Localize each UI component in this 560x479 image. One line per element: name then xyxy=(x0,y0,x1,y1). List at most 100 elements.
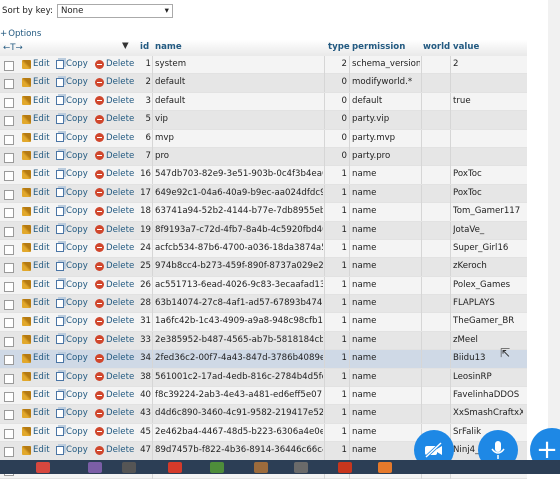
column-header-name[interactable]: name xyxy=(155,42,182,52)
row-checkbox[interactable] xyxy=(4,373,14,384)
table-row[interactable]: Edit Copy Delete 18 63741a94-52b2-4144-b… xyxy=(0,203,527,222)
row-checkbox[interactable] xyxy=(4,447,14,458)
vertical-scrollbar[interactable] xyxy=(548,0,560,474)
table-row[interactable]: Edit Copy Delete 3 default 0 default tru… xyxy=(0,92,527,112)
table-row[interactable]: Edit Copy Delete 26 ac551713-6ead-4026-9… xyxy=(0,276,527,296)
copy-link[interactable]: Copy xyxy=(56,188,88,198)
copy-link[interactable]: Copy xyxy=(56,225,88,235)
taskbar-app-icon[interactable] xyxy=(294,462,308,473)
edit-link[interactable]: Edit xyxy=(22,96,50,106)
row-checkbox[interactable] xyxy=(4,171,14,182)
row-checkbox[interactable] xyxy=(4,244,14,255)
copy-link[interactable]: Copy xyxy=(56,372,88,382)
edit-link[interactable]: Edit xyxy=(22,316,50,326)
edit-link[interactable]: Edit xyxy=(22,372,50,382)
column-header-type[interactable]: type xyxy=(328,42,350,52)
taskbar-app-icon[interactable] xyxy=(378,462,392,473)
table-row[interactable]: Edit Copy Delete 31 1a6fc42b-1c43-4909-a… xyxy=(0,313,527,332)
copy-link[interactable]: Copy xyxy=(56,280,88,290)
row-checkbox[interactable] xyxy=(4,318,14,329)
row-checkbox[interactable] xyxy=(4,226,14,237)
taskbar-app-icon[interactable] xyxy=(338,462,352,473)
copy-link[interactable]: Copy xyxy=(56,335,88,345)
row-checkbox[interactable] xyxy=(4,61,14,71)
table-row[interactable]: Edit Copy Delete 1 system 2 schema_versi… xyxy=(0,56,527,75)
row-checkbox[interactable] xyxy=(4,189,14,200)
sort-caret-icon[interactable]: ▼ xyxy=(122,41,129,51)
row-checkbox[interactable] xyxy=(4,392,14,403)
column-header-value[interactable]: value xyxy=(453,42,479,52)
edit-link[interactable]: Edit xyxy=(22,77,50,87)
copy-link[interactable]: Copy xyxy=(56,261,88,271)
table-row[interactable]: Edit Copy Delete 24 acfcb534-87b6-4700-a… xyxy=(0,239,527,259)
edit-link[interactable]: Edit xyxy=(22,59,50,69)
table-row[interactable]: Edit Copy Delete 17 649e92c1-04a6-40a9-b… xyxy=(0,184,527,204)
row-checkbox[interactable] xyxy=(4,281,14,292)
table-row[interactable]: Edit Copy Delete 43 d4d6c890-3460-4c91-9… xyxy=(0,405,527,424)
edit-link[interactable]: Edit xyxy=(22,408,50,418)
edit-link[interactable]: Edit xyxy=(22,225,50,235)
copy-link[interactable]: Copy xyxy=(56,243,88,253)
sort-by-key-select[interactable]: None ▾ xyxy=(56,4,173,18)
copy-link[interactable]: Copy xyxy=(56,96,88,106)
table-row[interactable]: Edit Copy Delete 2 default 0 modifyworld… xyxy=(0,74,527,93)
taskbar-app-icon[interactable] xyxy=(168,462,182,473)
copy-link[interactable]: Copy xyxy=(56,353,88,363)
edit-link[interactable]: Edit xyxy=(22,427,50,437)
copy-link[interactable]: Copy xyxy=(56,169,88,179)
table-row[interactable]: Edit Copy Delete 34 2fed36c2-00f7-4a43-8… xyxy=(0,350,527,369)
table-row[interactable]: Edit Copy Delete 33 2e385952-b487-4565-a… xyxy=(0,331,527,351)
taskbar-app-icon[interactable] xyxy=(254,462,268,473)
row-checkbox[interactable] xyxy=(4,410,14,421)
edit-link[interactable]: Edit xyxy=(22,298,50,308)
row-checkbox[interactable] xyxy=(4,152,14,163)
taskbar-app-icon[interactable] xyxy=(88,462,102,473)
row-checkbox[interactable] xyxy=(4,428,14,439)
row-checkbox[interactable] xyxy=(4,79,14,90)
row-checkbox[interactable] xyxy=(4,355,14,366)
copy-link[interactable]: Copy xyxy=(56,445,88,455)
column-resize-arrows-icon[interactable]: ←T→ xyxy=(3,43,23,53)
table-row[interactable]: Edit Copy Delete 38 561001c2-17ad-4edb-8… xyxy=(0,368,527,388)
table-row[interactable]: Edit Copy Delete 7 pro 0 party.pro xyxy=(0,147,527,167)
table-row[interactable]: Edit Copy Delete 28 63b14074-27c8-4af1-a… xyxy=(0,295,527,314)
copy-link[interactable]: Copy xyxy=(56,114,88,124)
table-row[interactable]: Edit Copy Delete 19 8f9193a7-c72d-4fb7-8… xyxy=(0,221,527,240)
edit-link[interactable]: Edit xyxy=(22,353,50,363)
edit-link[interactable]: Edit xyxy=(22,280,50,290)
edit-link[interactable]: Edit xyxy=(22,390,50,400)
row-checkbox[interactable] xyxy=(4,134,14,145)
edit-link[interactable]: Edit xyxy=(22,243,50,253)
table-row[interactable]: Edit Copy Delete 16 547db703-82e9-3e51-9… xyxy=(0,166,527,185)
column-header-id[interactable]: id xyxy=(140,42,149,52)
options-link[interactable]: +Options xyxy=(0,29,41,39)
edit-link[interactable]: Edit xyxy=(22,261,50,271)
taskbar-app-icon[interactable] xyxy=(122,462,136,473)
row-checkbox[interactable] xyxy=(4,300,14,311)
row-checkbox[interactable] xyxy=(4,336,14,347)
taskbar-app-icon[interactable] xyxy=(210,462,224,473)
copy-link[interactable]: Copy xyxy=(56,77,88,87)
table-row[interactable]: Edit Copy Delete 25 974b8cc4-b273-459f-8… xyxy=(0,258,527,277)
copy-link[interactable]: Copy xyxy=(56,408,88,418)
table-row[interactable]: Edit Copy Delete 5 vip 0 party.vip xyxy=(0,111,527,130)
edit-link[interactable]: Edit xyxy=(22,335,50,345)
column-header-world[interactable]: world xyxy=(423,42,450,52)
edit-link[interactable]: Edit xyxy=(22,188,50,198)
copy-link[interactable]: Copy xyxy=(56,59,88,69)
copy-link[interactable]: Copy xyxy=(56,206,88,216)
row-checkbox[interactable] xyxy=(4,116,14,127)
row-checkbox[interactable] xyxy=(4,97,14,108)
copy-link[interactable]: Copy xyxy=(56,133,88,143)
taskbar-app-icon[interactable] xyxy=(36,462,50,473)
copy-link[interactable]: Copy xyxy=(56,151,88,161)
copy-link[interactable]: Copy xyxy=(56,427,88,437)
row-checkbox[interactable] xyxy=(4,263,14,274)
table-row[interactable]: Edit Copy Delete 40 f8c39224-2ab3-4e43-a… xyxy=(0,387,527,406)
row-checkbox[interactable] xyxy=(4,208,14,219)
copy-link[interactable]: Copy xyxy=(56,316,88,326)
edit-link[interactable]: Edit xyxy=(22,206,50,216)
edit-link[interactable]: Edit xyxy=(22,151,50,161)
edit-link[interactable]: Edit xyxy=(22,445,50,455)
table-row[interactable]: Edit Copy Delete 6 mvp 0 party.mvp xyxy=(0,129,527,148)
